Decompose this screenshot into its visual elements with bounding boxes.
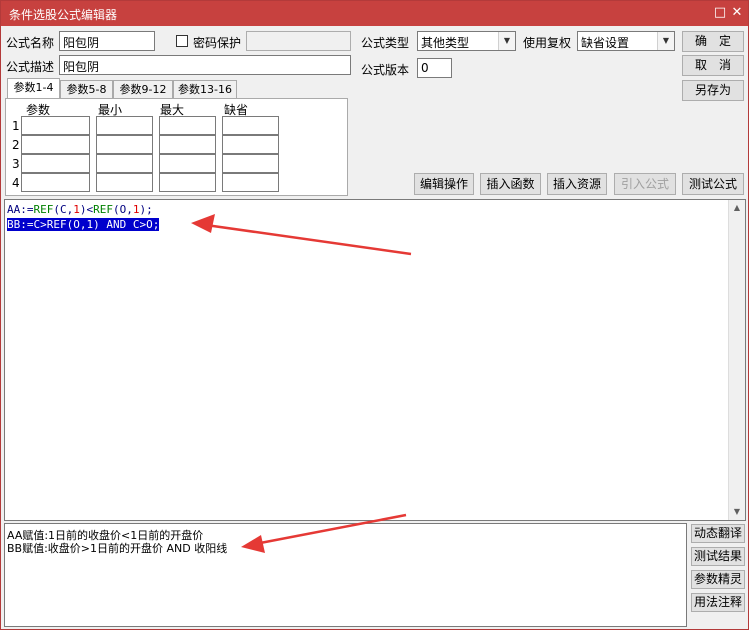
arrow-icon	[241, 513, 407, 553]
arrow-icon	[191, 214, 412, 256]
formula-editor-window: 条件选股公式编辑器 □ ✕ 公式名称 阳包阴 密码保护 公式类型 其他类型 ▼ …	[0, 0, 749, 630]
annotation-arrows	[191, 214, 412, 553]
